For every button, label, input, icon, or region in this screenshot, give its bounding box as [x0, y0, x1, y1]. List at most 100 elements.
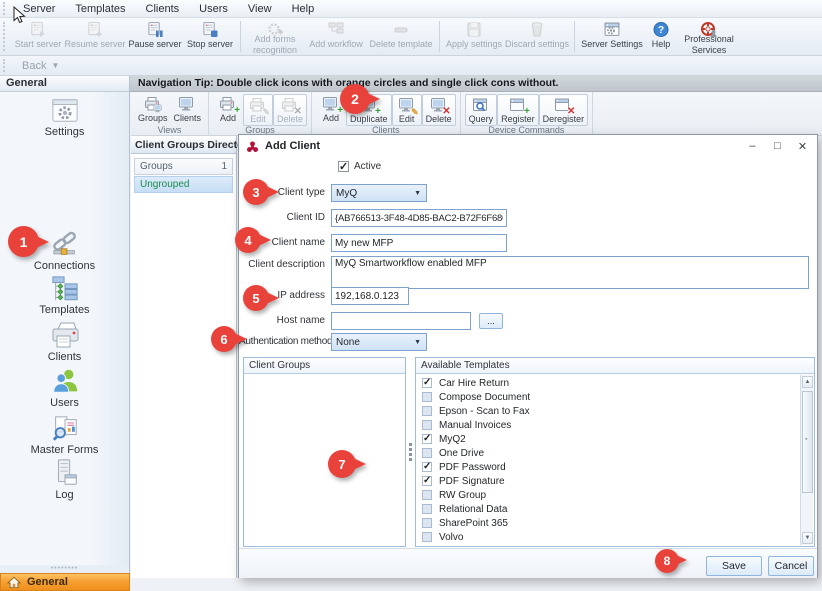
query-button[interactable]: Query: [465, 94, 498, 126]
menu-view[interactable]: View: [239, 1, 281, 17]
menu-clients[interactable]: Clients: [137, 1, 189, 17]
scrollbar-thumb[interactable]: [802, 391, 813, 493]
panel-splitter[interactable]: [407, 357, 414, 547]
template-row[interactable]: Relational Data: [416, 502, 814, 516]
template-checkbox[interactable]: [422, 378, 432, 388]
scroll-down-icon[interactable]: ▼: [802, 532, 813, 544]
template-checkbox[interactable]: [422, 476, 432, 486]
register-button[interactable]: + Register: [497, 94, 539, 126]
template-row[interactable]: PDF Signature: [416, 474, 814, 488]
client-description-input[interactable]: MyQ Smartworkflow enabled MFP: [331, 256, 809, 289]
deregister-button[interactable]: ✕ Deregister: [539, 94, 589, 126]
clients-delete-button[interactable]: ✕ Delete: [422, 94, 456, 126]
delete-template-button[interactable]: Delete template: [367, 18, 435, 55]
host-name-input[interactable]: [331, 312, 471, 330]
views-groups-button[interactable]: Groups: [135, 94, 171, 124]
resume-server-button[interactable]: Resume server: [64, 18, 126, 55]
template-checkbox[interactable]: [422, 532, 432, 542]
template-label: PDF Password: [439, 462, 506, 473]
sidebar-item-settings[interactable]: Settings: [0, 97, 129, 138]
toolbar-separator: [574, 21, 575, 52]
main-toolbar: Start server Resume server Pause server …: [0, 18, 822, 56]
template-label: SharePoint 365: [439, 518, 508, 529]
template-checkbox[interactable]: [422, 392, 432, 402]
stop-server-button[interactable]: Stop server: [184, 18, 236, 55]
help-icon: ?: [652, 21, 670, 38]
template-checkbox[interactable]: [422, 462, 432, 472]
add-client-icon: +: [322, 96, 340, 113]
client-groups-list[interactable]: [244, 374, 405, 545]
apply-settings-button[interactable]: Apply settings: [444, 18, 504, 55]
template-row[interactable]: SharePoint 365: [416, 516, 814, 530]
client-groups-title: Client Groups: [244, 358, 405, 374]
groups-edit-button[interactable]: ✎ Edit: [243, 94, 273, 126]
sidebar-item-log[interactable]: Log: [0, 458, 129, 501]
directory-groups-header[interactable]: Groups 1: [134, 158, 233, 175]
template-row[interactable]: One Drive: [416, 446, 814, 460]
menu-help[interactable]: Help: [283, 1, 324, 17]
sidebar-item-master-forms[interactable]: Master Forms: [0, 415, 129, 456]
callout-step-1: 1: [8, 226, 39, 257]
groups-delete-button[interactable]: ✕ Delete: [273, 94, 307, 126]
menu-users[interactable]: Users: [190, 1, 237, 17]
groups-add-button[interactable]: + Add: [213, 94, 243, 124]
dialog-titlebar[interactable]: Add Client: [239, 135, 817, 157]
views-clients-button[interactable]: Clients: [171, 94, 205, 124]
scroll-up-icon[interactable]: ▲: [802, 376, 813, 388]
active-checkbox-row: Active: [338, 161, 381, 172]
menu-templates[interactable]: Templates: [66, 1, 134, 17]
template-checkbox[interactable]: [422, 518, 432, 528]
delete-template-icon: [392, 21, 410, 38]
add-workflow-button[interactable]: Add workflow: [305, 18, 367, 55]
callout-step-6: 6: [211, 326, 237, 352]
template-checkbox[interactable]: [422, 448, 432, 458]
template-row[interactable]: PDF Password: [416, 460, 814, 474]
chevron-down-icon: ▼: [414, 190, 426, 197]
template-row[interactable]: Compose Document: [416, 390, 814, 404]
template-row[interactable]: Volvo: [416, 530, 814, 544]
clients-edit-button[interactable]: ✎ Edit: [392, 94, 422, 126]
users-icon: [50, 366, 80, 396]
template-checkbox[interactable]: [422, 406, 432, 416]
template-row[interactable]: Car Hire Return: [416, 376, 814, 390]
close-button[interactable]: ✕: [790, 135, 815, 157]
template-checkbox[interactable]: [422, 504, 432, 514]
ip-address-input[interactable]: [331, 287, 409, 305]
minimize-button[interactable]: –: [740, 135, 765, 157]
client-type-combobox[interactable]: MyQ ▼: [331, 184, 427, 202]
template-checkbox[interactable]: [422, 490, 432, 500]
groups-count: 1: [221, 161, 227, 172]
maximize-button[interactable]: □: [765, 135, 790, 157]
sidebar-item-templates[interactable]: Templates: [0, 275, 129, 316]
templates-scrollbar[interactable]: ▲ ▼: [800, 375, 813, 545]
client-id-input[interactable]: [331, 209, 507, 227]
sidebar-grip[interactable]: ••••••••: [0, 565, 130, 573]
client-description-label: Client description: [239, 259, 325, 270]
pause-server-button[interactable]: Pause server: [126, 18, 184, 55]
host-name-browse-button[interactable]: ...: [479, 313, 503, 329]
save-button[interactable]: Save: [706, 556, 762, 576]
group-row-ungrouped[interactable]: Ungrouped: [134, 176, 233, 193]
sidebar-item-users[interactable]: Users: [0, 366, 129, 409]
cancel-button[interactable]: Cancel: [768, 556, 814, 576]
delete-client-icon: ✕: [430, 97, 448, 114]
professional-services-button[interactable]: Professional Services: [677, 18, 741, 55]
template-checkbox[interactable]: [422, 420, 432, 430]
template-row[interactable]: MyQ2: [416, 432, 814, 446]
template-checkbox[interactable]: [422, 434, 432, 444]
authentication-method-combobox[interactable]: None ▼: [331, 333, 427, 351]
discard-settings-button[interactable]: Discard settings: [504, 18, 570, 55]
active-checkbox[interactable]: [338, 161, 349, 172]
sidebar-footer-general[interactable]: General: [0, 573, 130, 591]
client-name-input[interactable]: [331, 234, 507, 252]
template-label: One Drive: [439, 448, 484, 459]
template-row[interactable]: RW Group: [416, 488, 814, 502]
help-button[interactable]: ? Help: [645, 18, 677, 55]
template-row[interactable]: Epson - Scan to Fax: [416, 404, 814, 418]
template-row[interactable]: Manual Invoices: [416, 418, 814, 432]
back-button[interactable]: Back ▼: [14, 59, 67, 73]
template-label: Car Hire Return: [439, 378, 509, 389]
sidebar-item-clients[interactable]: Clients: [0, 320, 129, 363]
add-forms-recognition-button[interactable]: Add forms recognition: [245, 18, 305, 55]
server-settings-button[interactable]: Server Settings: [579, 18, 645, 55]
